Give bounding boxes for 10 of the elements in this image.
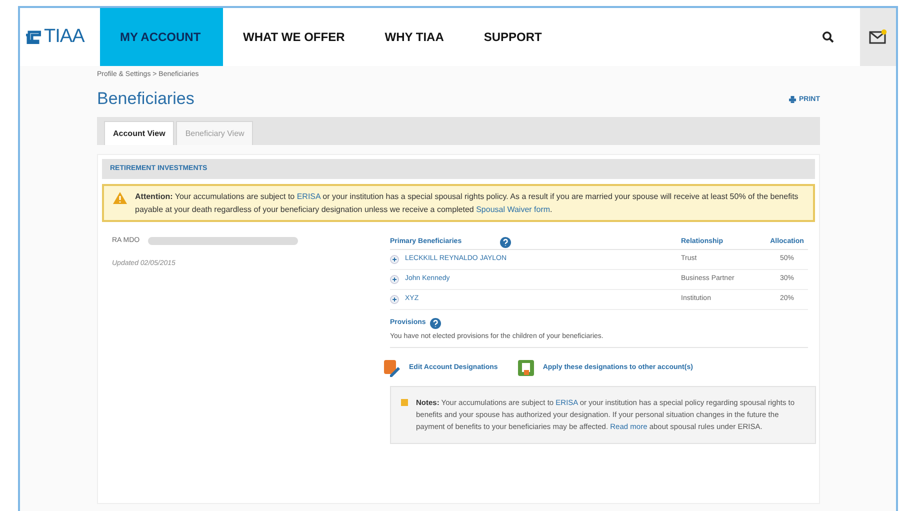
logo-text: TIAA xyxy=(44,24,84,49)
nav-tab[interactable]: WHY TIAA xyxy=(364,8,464,66)
text-link[interactable]: ERISA xyxy=(296,192,320,201)
view-tab[interactable]: Account View xyxy=(104,121,174,145)
page-title: Beneficiaries xyxy=(97,88,194,110)
nav-tab[interactable]: SUPPORT xyxy=(464,8,562,66)
nav-tab[interactable]: MY ACCOUNT xyxy=(100,8,223,66)
attention-message: Attention: Your accumulations are subject to ERISA or your institution has a special spousal rights policy. As a result if you are married your spouse will receive at least 50% of the benefits payable at your death regardless of your beneficiary designation unless we receive a completed Spousal Waiver form. xyxy=(135,191,800,216)
nav-tab[interactable]: WHAT WE OFFER xyxy=(223,8,365,66)
text-link[interactable]: Spousal Waiver form xyxy=(476,205,550,214)
